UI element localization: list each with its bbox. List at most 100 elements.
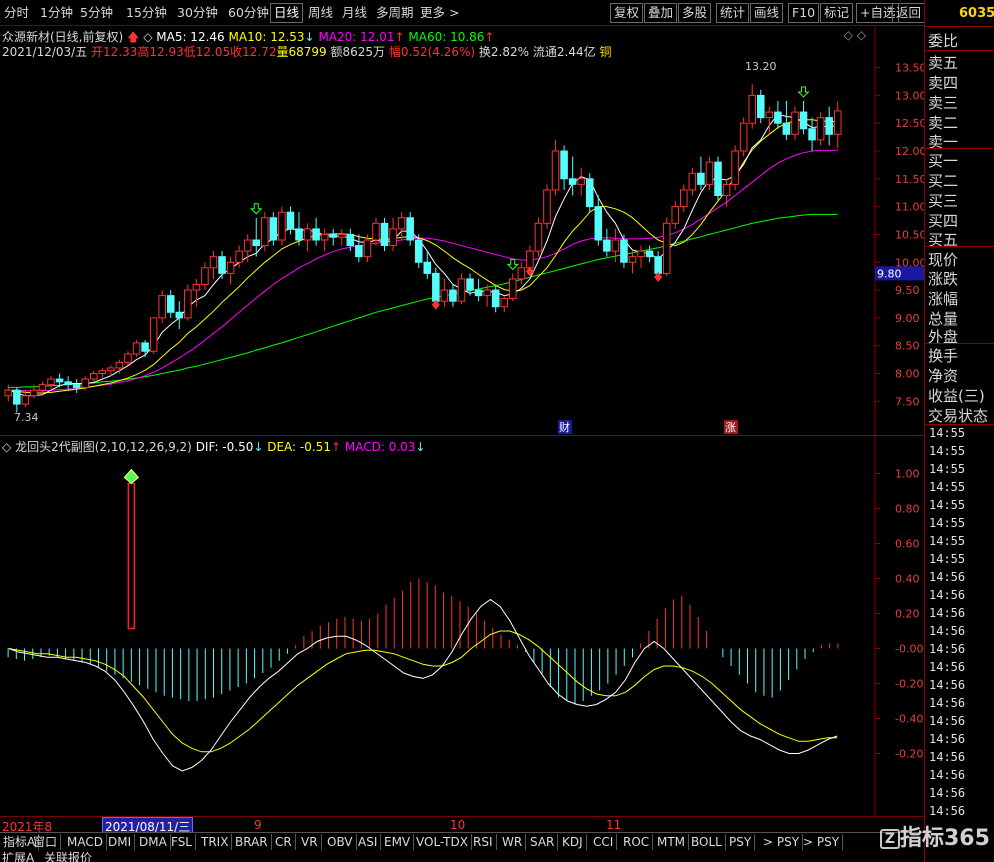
candle-body[interactable] (765, 111, 774, 119)
candle-body[interactable] (457, 278, 466, 302)
candle-body[interactable] (680, 189, 688, 208)
tab-15min[interactable]: 15分钟 (126, 4, 167, 22)
candle-body[interactable] (748, 94, 756, 124)
candle-body[interactable] (21, 395, 30, 405)
candle-body[interactable] (243, 239, 252, 252)
candle-body[interactable] (98, 370, 107, 374)
candle-body[interactable] (372, 222, 380, 241)
candle-body[interactable] (440, 289, 449, 302)
candle-body[interactable] (4, 389, 13, 397)
candle-body[interactable] (175, 311, 184, 319)
tab-psy-2[interactable]: > PSY (760, 834, 804, 850)
adjust-button[interactable]: 复权 (610, 3, 644, 23)
candle-body[interactable] (560, 150, 568, 180)
tab-boll[interactable]: BOLL (688, 834, 726, 850)
candle-body[interactable] (295, 228, 303, 241)
candle-body[interactable] (466, 278, 474, 291)
candle-body[interactable] (303, 228, 312, 241)
candle-body[interactable] (774, 111, 782, 124)
candle-body[interactable] (714, 161, 722, 196)
candle-body[interactable] (568, 178, 577, 185)
candle-body[interactable] (312, 228, 320, 241)
tab-kdj[interactable]: KDJ (559, 834, 587, 850)
tab-obv[interactable]: OBV (324, 834, 357, 850)
candle-body[interactable] (799, 111, 808, 130)
tab-wr[interactable]: WR (499, 834, 527, 850)
tab-vol-tdx[interactable]: VOL-TDX (413, 834, 472, 850)
candle-body[interactable] (132, 342, 141, 355)
candle-body[interactable] (278, 211, 286, 241)
candle-body[interactable] (38, 384, 47, 391)
tab-dma[interactable]: DMA (136, 834, 171, 850)
tab-intraday[interactable]: 分时 (4, 4, 29, 22)
candle-body[interactable] (184, 289, 192, 319)
tab-weekly[interactable]: 周线 (308, 4, 333, 22)
candle-body[interactable] (141, 342, 149, 352)
candle-body[interactable] (500, 297, 509, 308)
candle-body[interactable] (739, 122, 748, 152)
candle-body[interactable] (389, 228, 397, 247)
candle-body[interactable] (517, 267, 526, 280)
tab-cr[interactable]: CR (272, 834, 296, 850)
candle-body[interactable] (483, 289, 491, 297)
candle-body[interactable] (269, 217, 278, 241)
candle-body[interactable] (363, 239, 372, 258)
candle-body[interactable] (697, 172, 705, 185)
tab-30min[interactable]: 30分钟 (177, 4, 218, 22)
candle-body[interactable] (543, 189, 551, 224)
candle-body[interactable] (671, 206, 680, 224)
candle-body[interactable] (252, 239, 261, 247)
candle-body[interactable] (526, 250, 534, 269)
candle-body[interactable] (491, 289, 500, 308)
f10-button[interactable]: F10 (788, 3, 820, 23)
candle-body[interactable] (337, 233, 346, 238)
candle-body[interactable] (261, 217, 269, 247)
kline-panel[interactable]: 13.50 13.00 12.50 12.00 11.50 11.00 10.50 10.00… (0, 26, 927, 436)
tab-psy[interactable]: PSY (726, 834, 756, 850)
candle-body[interactable] (551, 150, 560, 191)
candle-body[interactable] (201, 267, 209, 285)
candle-body[interactable] (705, 161, 714, 185)
candle-body[interactable] (645, 250, 654, 258)
candle-body[interactable] (414, 239, 423, 263)
tab-5min[interactable]: 5分钟 (80, 4, 113, 22)
candle-body[interactable] (662, 222, 671, 274)
candle-body[interactable] (782, 122, 791, 135)
candle-body[interactable] (115, 361, 124, 369)
candle-body[interactable] (688, 172, 697, 191)
more-button[interactable]: 更多 > (420, 4, 459, 22)
candle-body[interactable] (166, 295, 175, 313)
candle-body[interactable] (756, 94, 765, 119)
candle-body[interactable] (808, 128, 816, 141)
candle-body[interactable] (406, 217, 414, 241)
candle-body[interactable] (226, 261, 235, 274)
candle-body[interactable] (346, 233, 355, 247)
candle-body[interactable] (13, 389, 21, 405)
candle-body[interactable] (329, 233, 337, 238)
tab-trix[interactable]: TRIX (198, 834, 233, 850)
candle-body[interactable] (833, 110, 842, 135)
candle-body[interactable] (192, 284, 201, 291)
candle-body[interactable] (432, 272, 440, 302)
candle-body[interactable] (791, 111, 799, 135)
kline-chart[interactable]: 13.5013.0012.5012.0011.5011.0010.5010.00… (0, 26, 927, 436)
candle-body[interactable] (594, 206, 603, 241)
tab-macd[interactable]: MACD (64, 834, 107, 850)
indicator-panel[interactable]: 1.00 0.80 0.60 0.40 0.20 -0.00 -0.20 -0.40 -0.20… (0, 436, 924, 816)
candle-body[interactable] (611, 239, 620, 252)
candle-body[interactable] (72, 384, 81, 388)
candle-body[interactable] (509, 278, 517, 299)
candle-body[interactable] (55, 378, 64, 383)
tab-fsl[interactable]: FSL (168, 834, 196, 850)
candle-body[interactable] (107, 367, 115, 372)
tab-rsi[interactable]: RSI (470, 834, 497, 850)
candle-body[interactable] (628, 256, 637, 263)
tab-dmi[interactable]: DMI (105, 834, 136, 850)
overlay-button[interactable]: 叠加 (644, 3, 678, 23)
candle-body[interactable] (654, 256, 662, 274)
candle-body[interactable] (124, 353, 132, 363)
candle-body[interactable] (235, 250, 243, 263)
stats-button[interactable]: 统计 (716, 3, 750, 23)
candle-body[interactable] (731, 150, 739, 185)
candle-body[interactable] (534, 222, 543, 252)
